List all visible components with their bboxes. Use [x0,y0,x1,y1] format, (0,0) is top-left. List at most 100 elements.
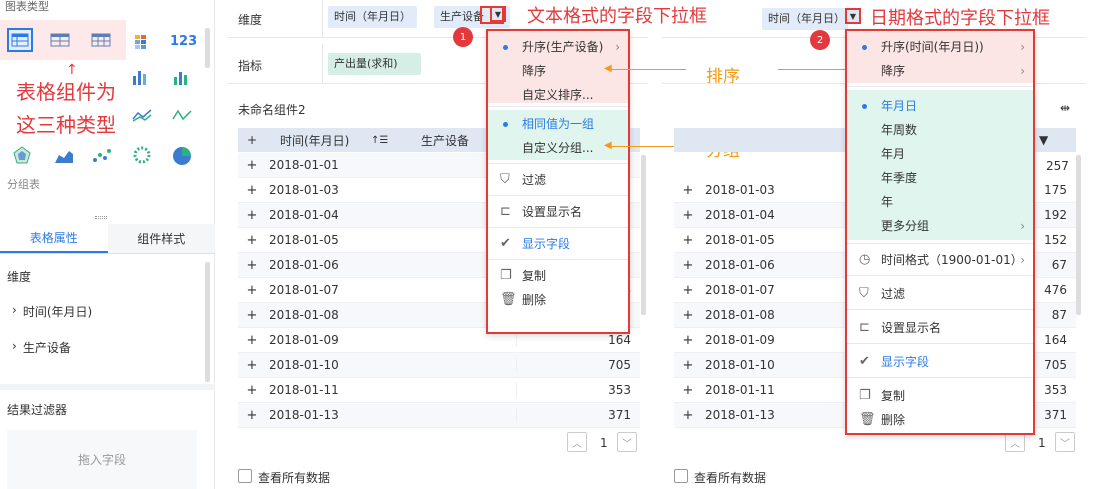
page-number: 1 [600,436,608,450]
page-down-button[interactable]: ﹀ [617,432,637,452]
right-dim-field-time[interactable]: 时间（年月日） [762,8,848,30]
expand-row-icon[interactable]: + [674,208,702,223]
table-type-detail-icon[interactable] [7,28,33,52]
expand-row-icon[interactable]: + [238,383,266,398]
expand-row-icon[interactable]: + [674,333,702,348]
check-icon: ✔ [859,354,870,369]
expand-row-icon[interactable]: + [238,333,266,348]
menu2-copy[interactable]: ❐ 复制 [847,384,1033,408]
line-chart-icon[interactable] [132,107,152,126]
menu2-group-more[interactable]: 更多分组 › [847,214,1033,238]
menu1-show-field[interactable]: ✔ 显示字段 [488,232,628,256]
expand-row-icon[interactable]: + [238,233,266,248]
header-date[interactable]: 时间(年月日) [266,132,371,149]
menu2-group-ym[interactable]: 年月 [847,142,1033,166]
menu1-sort-custom[interactable]: 自定义排序... [488,83,628,107]
menu2-show-field[interactable]: ✔ 显示字段 [847,350,1033,374]
heatmap-icon[interactable] [130,30,156,54]
metric-field[interactable]: 产出量(求和) [328,53,421,75]
expand-row-icon[interactable]: + [674,283,702,298]
view-all-checkbox[interactable] [238,469,252,483]
property-tabs: 表格属性 组件样式 [0,224,215,254]
expand-row-icon[interactable]: + [238,308,266,323]
expand-row-icon[interactable]: + [674,258,702,273]
menu2-group-ymd[interactable]: 年月日 [847,94,1033,118]
dim-field-time[interactable]: 时间（年月日） [328,6,417,28]
dimension-item-time[interactable]: › 时间(年月日) [12,303,92,320]
page-up-button[interactable]: ︿ [567,432,587,452]
table-row[interactable]: +2018-01-10 705 [238,353,640,378]
tab-component-style[interactable]: 组件样式 [107,224,215,253]
menu1-delete[interactable]: 🗑 删除 [488,288,628,312]
menu1-rename[interactable]: ⊏ 设置显示名 [488,200,628,224]
header-device[interactable]: 生产设备 [411,132,491,149]
resize-handle[interactable] [95,216,107,219]
menu2-time-format[interactable]: ◷ 时间格式（1900-01-01） › [847,248,1033,272]
expand-row-icon[interactable]: + [238,208,266,223]
menu2-group-yw[interactable]: 年周数 [847,118,1033,142]
menu1-group-same[interactable]: 相同值为一组 [488,112,628,136]
column-chart-icon[interactable] [172,68,190,89]
expand-row-icon[interactable]: + [238,283,266,298]
expand-row-icon[interactable]: + [674,233,702,248]
scatter-icon[interactable] [92,146,112,167]
expand-all-icon[interactable]: + [238,133,266,147]
expand-row-icon[interactable]: + [674,183,702,198]
menu2-group-y[interactable]: 年 [847,190,1033,214]
menu1-filter[interactable]: ⛉ 过滤 [488,168,628,192]
expand-row-icon[interactable]: + [674,383,702,398]
header-dropdown-icon[interactable]: ▼ [1039,133,1048,147]
chevron-right-icon: › [615,40,620,54]
rename-icon: ⊏ [859,320,870,335]
menu1-sort-asc[interactable]: 升序(生产设备) › [488,35,628,59]
table-row[interactable]: +2018-01-13 371 [238,403,640,428]
right-page-up-button[interactable]: ︿ [1005,432,1025,452]
dimension-item-device[interactable]: › 生产设备 [12,339,71,356]
group-section-2: 年月日 年周数 年月 年季度 年 更多分组 › [847,90,1033,240]
area-chart-icon[interactable] [54,146,74,167]
menu2-sort-desc[interactable]: 降序 › [847,59,1033,83]
table-row[interactable]: +2018-01-11 353 [238,378,640,403]
chart-type-scrollbar[interactable] [205,28,210,68]
menu2-group-yq[interactable]: 年季度 [847,166,1033,190]
menu2-filter[interactable]: ⛉ 过滤 [847,282,1033,306]
table-scrollbar[interactable] [641,155,646,315]
table-type-cross-icon[interactable] [88,28,114,52]
expand-row-icon[interactable]: + [238,183,266,198]
check-icon: ✔ [500,236,511,251]
expand-row-icon[interactable]: + [238,408,266,423]
properties-scrollbar[interactable] [205,262,210,382]
annotation-date-dropdown: 日期格式的字段下拉框 [870,8,1050,29]
expand-row-icon[interactable]: + [674,358,702,373]
tab-table-properties[interactable]: 表格属性 [0,224,108,253]
menu2-sort-asc[interactable]: 升序(时间(年月日)) › [847,35,1033,59]
right-page-down-button[interactable]: ﹀ [1055,432,1075,452]
menu1-copy[interactable]: ❐ 复制 [488,264,628,288]
row-value: 353 [516,383,631,397]
menu2-rename[interactable]: ⊏ 设置显示名 [847,316,1033,340]
row-date: 2018-01-09 [269,333,339,347]
expand-icon[interactable]: ⇹ [1060,101,1070,115]
filter-drop-zone[interactable]: 拖入字段 [7,430,197,489]
expand-row-icon[interactable]: + [238,158,266,173]
component-name: 未命名组件2 [238,103,306,117]
menu2-delete[interactable]: 🗑 删除 [847,408,1033,432]
bar-chart-icon[interactable] [130,68,148,89]
expand-row-icon[interactable]: + [238,358,266,373]
expand-row-icon[interactable]: + [238,258,266,273]
dropdown-arrow-icon[interactable]: ▼ [845,8,861,24]
sort-section-2: 升序(时间(年月日)) › 降序 › [847,31,1033,83]
table-type-group-icon[interactable] [47,28,73,52]
right-view-all-checkbox[interactable] [674,469,688,483]
section-divider [0,384,215,390]
line-area-icon[interactable] [172,107,192,126]
trash-icon: 🗑 [859,412,876,427]
kpi-icon[interactable]: 123 [170,34,197,49]
bubble-icon[interactable] [132,146,152,167]
pie-chart-icon[interactable] [172,146,192,169]
sort-icon[interactable]: ↑☰ [371,135,411,146]
radar-icon[interactable] [13,146,31,167]
expand-row-icon[interactable]: + [674,408,702,423]
expand-row-icon[interactable]: + [674,308,702,323]
right-table-scrollbar[interactable] [1076,155,1081,315]
